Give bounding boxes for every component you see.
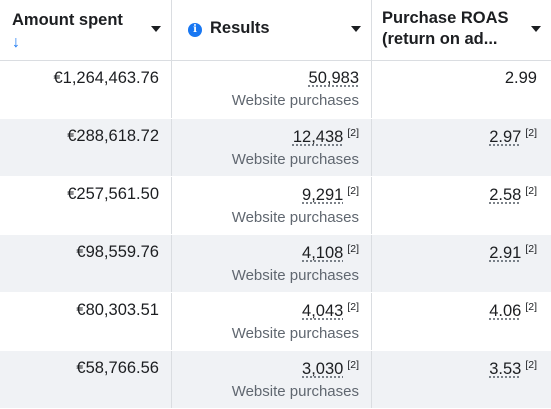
table-row[interactable]: €58,766.56 3,030 [2] Website purchases 3.… [0,351,551,409]
amount-spent-value: €58,766.56 [76,359,159,377]
table-body: €1,264,463.76 50,983 Website purchases 2… [0,61,551,409]
ads-results-table: Amount spent ↓ i Results Purchase ROAS (r… [0,0,551,409]
column-title-results: Results [210,19,270,37]
results-cell: 50,983 Website purchases [172,61,372,118]
footnote-marker: [2] [525,127,537,139]
results-value[interactable]: 9,291 [302,186,343,204]
results-value[interactable]: 4,043 [302,302,343,320]
footnote-marker: [2] [347,127,359,139]
footnote-marker: [2] [347,185,359,197]
amount-spent-value: €98,559.76 [76,243,159,261]
table-header: Amount spent ↓ i Results Purchase ROAS (r… [0,0,551,61]
results-cell: 4,108 [2] Website purchases [172,235,372,292]
results-type-label: Website purchases [231,151,359,168]
roas-cell: 2.58 [2] [372,177,551,234]
roas-cell: 2.97 [2] [372,119,551,176]
column-title-roas-line1: Purchase ROAS [382,9,509,27]
sort-descending-icon[interactable]: ↓ [12,32,161,53]
column-header-purchase-roas[interactable]: Purchase ROAS (return on ad... [372,0,551,60]
column-title-roas-line2: (return on ad... [382,30,498,48]
results-cell: 3,030 [2] Website purchases [172,351,372,408]
footnote-marker: [2] [525,301,537,313]
roas-cell: 3.53 [2] [372,351,551,408]
results-cell: 12,438 [2] Website purchases [172,119,372,176]
roas-value[interactable]: 2.58 [489,186,521,204]
roas-value[interactable]: 3.53 [489,360,521,378]
amount-spent-cell: €58,766.56 [0,351,172,408]
column-header-amount-spent[interactable]: Amount spent ↓ [0,0,172,60]
roas-value: 2.99 [504,69,537,87]
results-type-label: Website purchases [231,209,359,226]
results-type-label: Website purchases [231,92,359,109]
info-icon[interactable]: i [188,23,202,37]
results-value[interactable]: 3,030 [302,360,343,378]
chevron-down-icon[interactable] [531,26,541,32]
chevron-down-icon[interactable] [351,26,361,32]
roas-value[interactable]: 4.06 [489,302,521,320]
table-row[interactable]: €257,561.50 9,291 [2] Website purchases 2… [0,177,551,235]
amount-spent-cell: €80,303.51 [0,293,172,350]
column-title-amount-spent: Amount spent [12,11,123,29]
results-cell: 4,043 [2] Website purchases [172,293,372,350]
results-value[interactable]: 12,438 [293,128,343,146]
results-type-label: Website purchases [231,325,359,342]
amount-spent-value: €1,264,463.76 [53,69,159,87]
footnote-marker: [2] [347,301,359,313]
table-row[interactable]: €80,303.51 4,043 [2] Website purchases 4.… [0,293,551,351]
roas-value[interactable]: 2.97 [489,128,521,146]
results-cell: 9,291 [2] Website purchases [172,177,372,234]
amount-spent-cell: €257,561.50 [0,177,172,234]
table-row[interactable]: €1,264,463.76 50,983 Website purchases 2… [0,61,551,119]
results-value[interactable]: 4,108 [302,244,343,262]
results-type-label: Website purchases [231,383,359,400]
footnote-marker: [2] [525,243,537,255]
amount-spent-value: €288,618.72 [67,127,159,145]
footnote-marker: [2] [525,185,537,197]
roas-cell: 2.99 [372,61,551,118]
footnote-marker: [2] [347,359,359,371]
amount-spent-value: €80,303.51 [76,301,159,319]
results-type-label: Website purchases [231,267,359,284]
amount-spent-cell: €288,618.72 [0,119,172,176]
footnote-marker: [2] [525,359,537,371]
roas-cell: 2.91 [2] [372,235,551,292]
roas-value[interactable]: 2.91 [489,244,521,262]
table-row[interactable]: €288,618.72 12,438 [2] Website purchases … [0,119,551,177]
results-value[interactable]: 50,983 [309,69,359,87]
table-row[interactable]: €98,559.76 4,108 [2] Website purchases 2.… [0,235,551,293]
chevron-down-icon[interactable] [151,26,161,32]
column-header-results[interactable]: i Results [172,0,372,60]
amount-spent-cell: €1,264,463.76 [0,61,172,118]
amount-spent-cell: €98,559.76 [0,235,172,292]
amount-spent-value: €257,561.50 [67,185,159,203]
footnote-marker: [2] [347,243,359,255]
roas-cell: 4.06 [2] [372,293,551,350]
